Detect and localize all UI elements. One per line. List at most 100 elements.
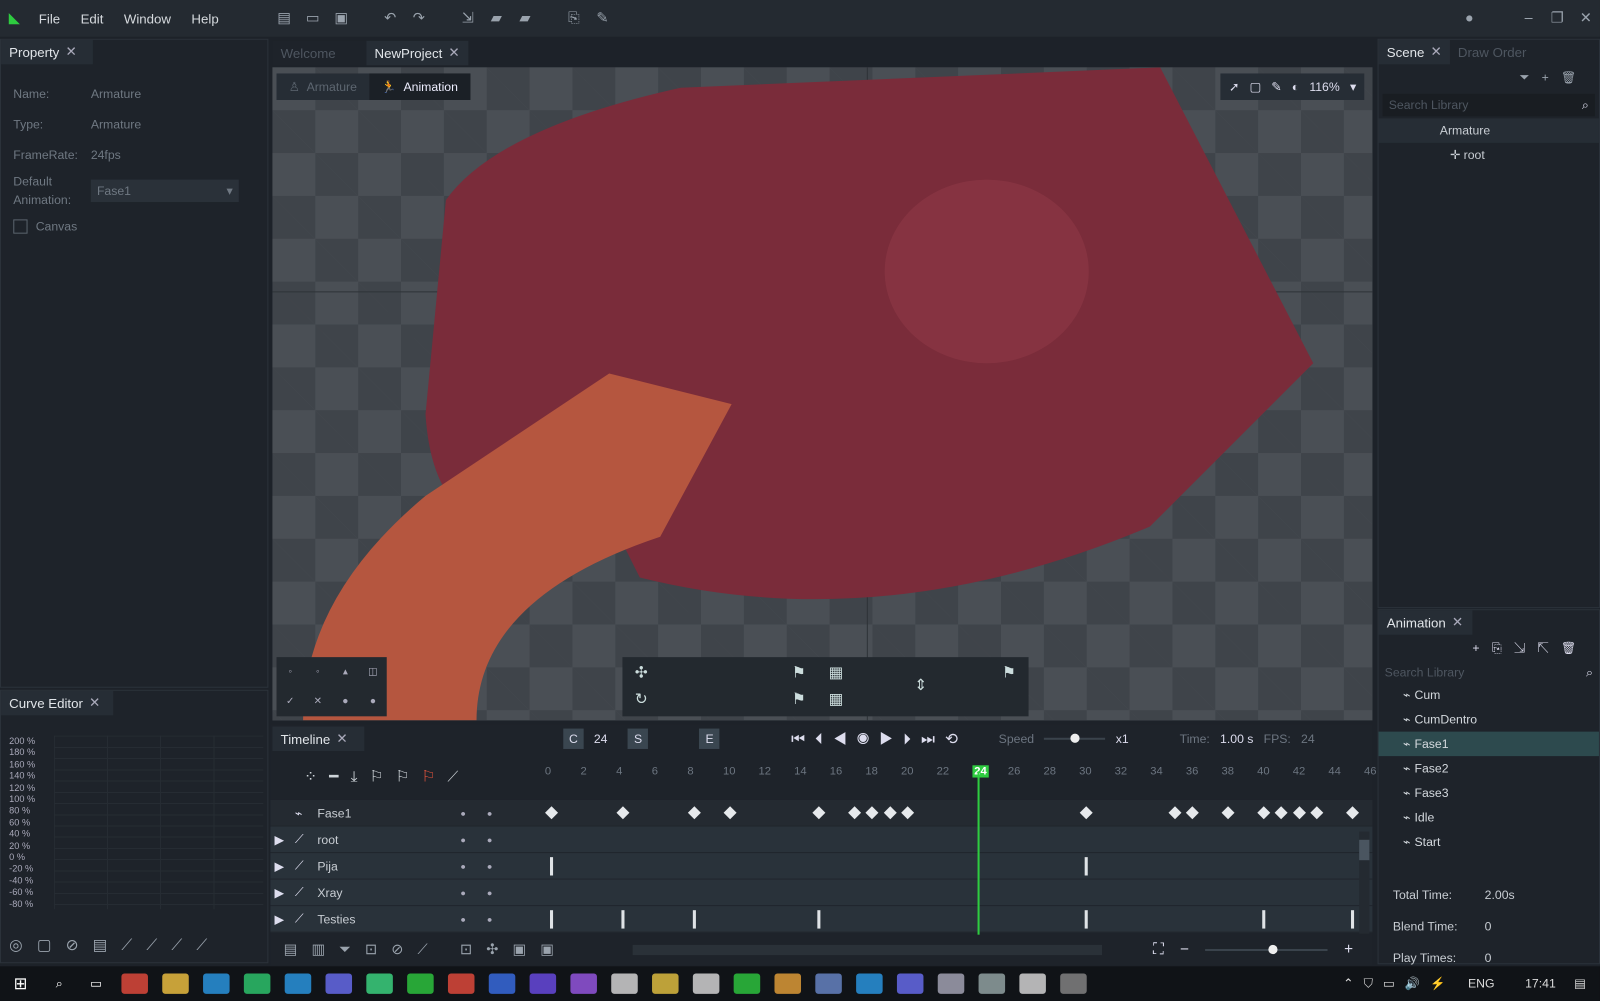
tab-property[interactable]: Property ✕ — [1, 39, 93, 65]
default-animation-select[interactable]: Fase1 ▾ — [90, 179, 239, 203]
fit-icon[interactable]: ⛶ — [1153, 941, 1164, 958]
tab-scene[interactable]: Scene ✕ — [1378, 39, 1450, 65]
task-view-icon[interactable]: ▭ — [78, 977, 115, 991]
keyframe[interactable] — [1262, 910, 1266, 929]
redo-icon[interactable]: ↷ — [408, 9, 430, 27]
animation-item[interactable]: ⌁ CumDentro — [1379, 707, 1599, 731]
play-times-value[interactable]: 0 — [1485, 951, 1492, 965]
edit-icon[interactable]: ✎ — [591, 9, 613, 27]
playhead[interactable] — [977, 771, 980, 935]
new-icon[interactable]: ▤ — [273, 9, 295, 27]
keyframe[interactable] — [687, 806, 701, 820]
keyframe[interactable] — [549, 857, 554, 876]
taskbar-app-icon[interactable] — [162, 973, 189, 994]
save-icon[interactable]: ▣ — [330, 9, 352, 27]
frame-label[interactable]: 4 — [616, 765, 622, 777]
animation-item[interactable]: ⌁ Fase1 — [1378, 731, 1599, 757]
expand-icon[interactable]: ▶ — [274, 912, 283, 926]
keyframe[interactable] — [549, 910, 554, 929]
layer-toolbar[interactable]: ⁘━⤓⚐⚐⚐⟋ — [304, 767, 470, 785]
keyframe[interactable] — [1292, 806, 1306, 820]
keyframe[interactable] — [847, 806, 861, 820]
keyframe-toolbar[interactable]: ✣ ↻ ⚑ ⚑ ▦ ▦ ⇕ ⚑ — [622, 657, 1029, 717]
animation-item[interactable]: ⌁ Fase2 — [1379, 756, 1599, 780]
frame-label[interactable]: 18 — [865, 765, 877, 777]
zoom-in-icon[interactable]: + — [1344, 941, 1353, 958]
tree-item-root[interactable]: ✛ root — [1379, 143, 1599, 167]
brush-icon[interactable]: ✎ — [1271, 80, 1281, 94]
keyframe[interactable] — [1084, 857, 1088, 876]
frame-label[interactable]: 36 — [1186, 765, 1198, 777]
frame-label[interactable]: 12 — [759, 765, 771, 777]
timeline-row[interactable]: ▶ ⟋ root ● ● — [270, 826, 1373, 854]
frame-label[interactable]: 32 — [1115, 765, 1127, 777]
lock-toggle[interactable]: ● — [487, 887, 493, 897]
taskbar-app-icon[interactable] — [896, 973, 924, 994]
transform-icon[interactable]: ▢ — [1249, 80, 1261, 94]
taskbar-app-icon[interactable] — [815, 973, 842, 994]
visibility-toggle[interactable]: ● — [460, 834, 466, 844]
taskbar-app-icon[interactable] — [570, 973, 597, 994]
import-icon[interactable]: ⇲ — [456, 9, 478, 27]
flag-icon[interactable]: ⚑ — [792, 690, 806, 708]
language-indicator[interactable]: ENG — [1468, 977, 1495, 991]
frame-label[interactable]: 6 — [652, 765, 658, 777]
key-icon[interactable]: ▦ — [829, 690, 843, 708]
keyframe[interactable] — [1275, 806, 1289, 820]
frame-label[interactable]: 10 — [723, 765, 735, 777]
animation-toolbar[interactable]: +⎘⇲⇱🗑 — [1379, 635, 1599, 663]
maximize-button[interactable]: ❐ — [1546, 9, 1568, 27]
frame-label[interactable]: 38 — [1222, 765, 1234, 777]
frame-label[interactable]: 30 — [1079, 765, 1092, 777]
frame-label[interactable]: 28 — [1043, 765, 1055, 777]
zoom-slider[interactable] — [1205, 944, 1328, 954]
lock-toggle[interactable]: ● — [487, 834, 493, 844]
move-icon[interactable]: ✣ — [635, 663, 648, 681]
open-icon[interactable]: ▭ — [301, 9, 323, 27]
scene-search-input[interactable]: Search Library ⌕ — [1382, 93, 1595, 117]
frame-label[interactable]: 24 — [972, 765, 989, 778]
folder2-icon[interactable]: ▰ — [514, 9, 536, 27]
tab-welcome[interactable]: Welcome — [272, 40, 367, 66]
lock-toggle[interactable]: ● — [487, 914, 493, 924]
keyframe[interactable] — [817, 910, 821, 929]
notification-icon[interactable]: ▤ — [1574, 977, 1586, 991]
taskbar-app-icon[interactable] — [325, 973, 353, 994]
expand-icon[interactable]: ▶ — [274, 832, 283, 846]
horizontal-scrollbar[interactable] — [632, 944, 1103, 956]
transform-tools[interactable]: ◦ ◦ ▴ ◫ ✓ ✕ ● ● — [276, 657, 387, 717]
tab-curve-editor[interactable]: Curve Editor ✕ — [1, 690, 114, 716]
timeline-row[interactable]: ▶ ⟋ Pija ● ● — [270, 853, 1373, 880]
select-icon[interactable]: ➚ — [1229, 80, 1239, 94]
taskbar-app-icon[interactable] — [407, 973, 434, 994]
keyframe[interactable] — [692, 910, 696, 929]
visibility-toggle[interactable]: ● — [460, 861, 466, 871]
frame-label[interactable]: 8 — [687, 765, 693, 777]
visibility-toggle[interactable]: ● — [460, 808, 466, 818]
lock-toggle[interactable]: ● — [487, 861, 493, 871]
visibility-toggle[interactable]: ● — [460, 914, 466, 924]
minimize-button[interactable]: – — [1517, 9, 1539, 27]
animation-item[interactable]: ⌁ Cum — [1379, 683, 1599, 707]
keyframe[interactable] — [1186, 806, 1200, 820]
timeline-row[interactable]: ⌁ Fase1 ● ● — [270, 799, 1373, 827]
chevron-down-icon[interactable]: ▾ — [1350, 80, 1356, 94]
tree-item-armature[interactable]: Armature — [1378, 118, 1599, 143]
taskbar-app-icon[interactable] — [611, 973, 638, 994]
taskbar-app-icon[interactable] — [856, 973, 883, 994]
taskbar-app-icon[interactable] — [366, 973, 393, 994]
expand-icon[interactable]: ▶ — [274, 859, 283, 873]
search-icon[interactable]: ⌕ — [41, 976, 78, 991]
taskbar-app-icon[interactable] — [203, 973, 230, 994]
close-icon[interactable]: ✕ — [65, 44, 76, 60]
keyframe[interactable] — [1257, 806, 1271, 820]
frame-label[interactable]: 16 — [830, 765, 842, 777]
tab-newproject[interactable]: NewProject ✕ — [366, 40, 469, 66]
keyframe[interactable] — [723, 806, 737, 820]
stage-viewport[interactable]: ♙ Armature 🏃 Animation ➚ ▢ ✎ ◐ 116% ▾ ◦ ◦ ▴ ◫ ✓ ✕ ●… — [272, 67, 1373, 721]
taskbar-app-icon[interactable] — [1019, 973, 1046, 994]
animation-mode-button[interactable]: 🏃 Animation — [369, 73, 471, 100]
blend-time-value[interactable]: 0 — [1485, 919, 1492, 933]
animation-item[interactable]: ⌁ Start — [1379, 830, 1599, 854]
keyframe[interactable] — [901, 806, 915, 820]
